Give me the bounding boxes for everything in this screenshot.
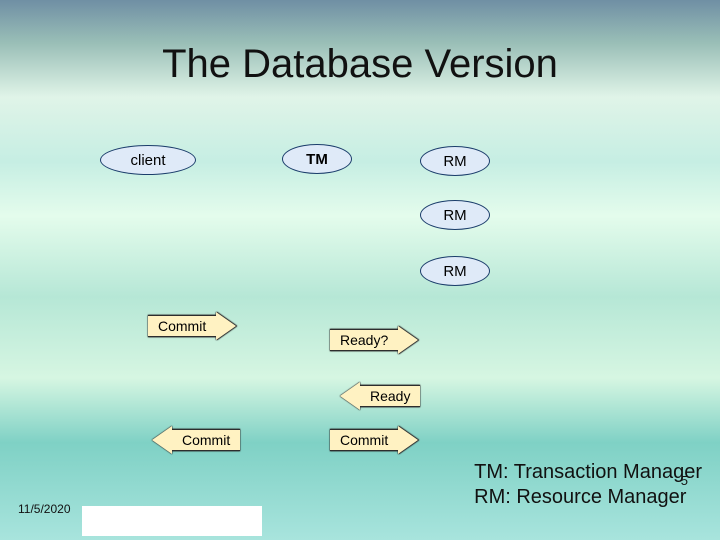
msg-commit-1: Commit — [148, 312, 236, 340]
legend-line-tm: TM: Transaction Manager — [474, 460, 702, 485]
msg-label: Commit — [172, 429, 240, 451]
node-rm-1: RM — [420, 146, 490, 176]
msg-label: Commit — [148, 315, 216, 337]
msg-ready: Ready — [340, 382, 420, 410]
slide: The Database Version client TM RM RM RM … — [0, 0, 720, 540]
msg-label: Ready — [360, 385, 420, 407]
node-rm-2: RM — [420, 200, 490, 230]
footer-box — [82, 506, 262, 536]
node-rm-3: RM — [420, 256, 490, 286]
msg-commit-3: Commit — [330, 426, 418, 454]
slide-date: 11/5/2020 — [18, 502, 71, 516]
arrow-right-icon — [398, 326, 418, 354]
arrow-left-icon — [340, 382, 360, 410]
msg-label: Ready? — [330, 329, 398, 351]
arrow-right-icon — [398, 426, 418, 454]
msg-commit-2: Commit — [152, 426, 240, 454]
legend: TM: Transaction Manager RM: Resource Man… — [474, 460, 702, 510]
msg-ready-question: Ready? — [330, 326, 418, 354]
legend-line-rm: RM: Resource Manager — [474, 485, 702, 510]
node-client: client — [100, 145, 196, 175]
node-tm: TM — [282, 144, 352, 174]
slide-title: The Database Version — [0, 42, 720, 87]
msg-label: Commit — [330, 429, 398, 451]
arrow-right-icon — [216, 312, 236, 340]
arrow-left-icon — [152, 426, 172, 454]
